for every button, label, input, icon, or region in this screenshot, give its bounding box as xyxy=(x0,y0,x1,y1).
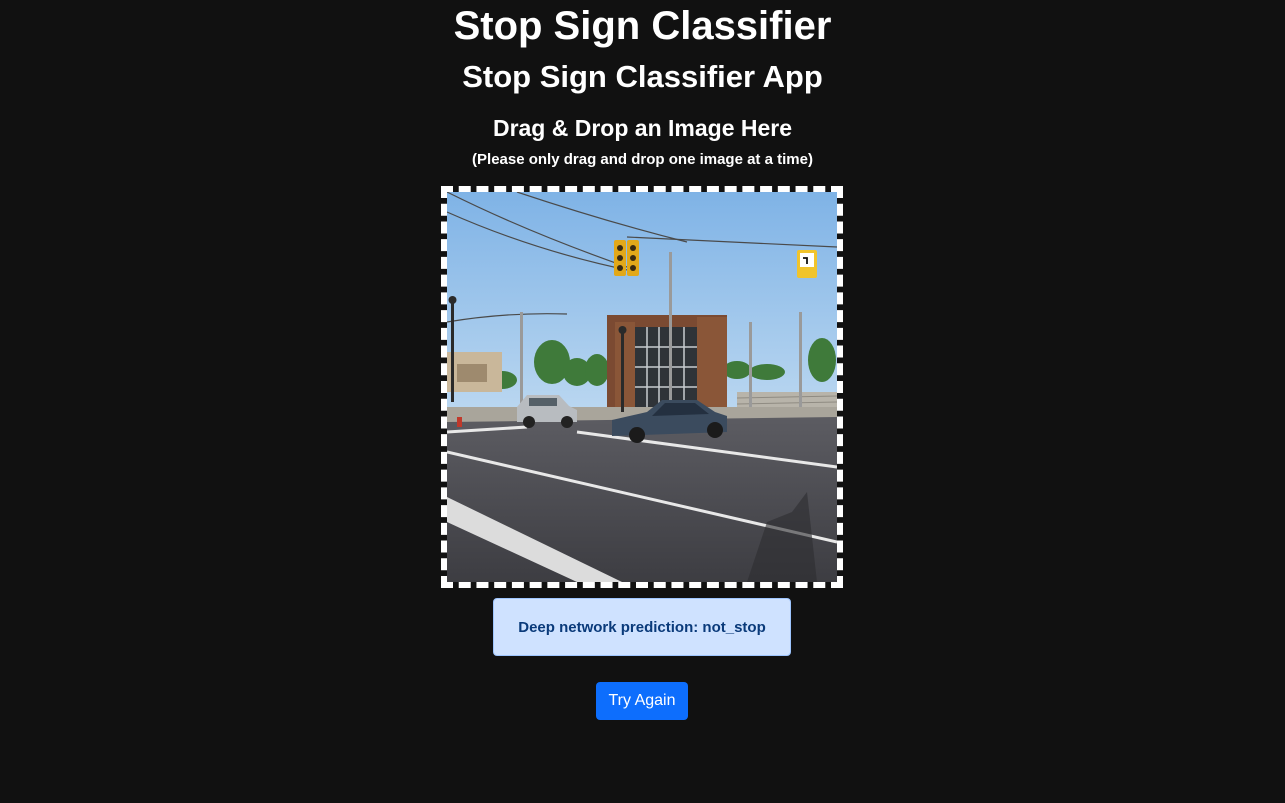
uploaded-image xyxy=(447,192,837,582)
page-title: Stop Sign Classifier xyxy=(453,4,832,48)
dropzone-heading: Drag & Drop an Image Here xyxy=(492,115,793,141)
try-again-button[interactable]: Try Again xyxy=(596,682,688,720)
app-page: Stop Sign Classifier Stop Sign Classifie… xyxy=(0,0,1285,803)
prediction-alert: Deep network prediction: not_stop xyxy=(493,598,791,656)
image-dropzone[interactable] xyxy=(441,186,843,588)
dropzone-note: (Please only drag and drop one image at … xyxy=(472,151,813,168)
page-subtitle: Stop Sign Classifier App xyxy=(462,59,823,94)
